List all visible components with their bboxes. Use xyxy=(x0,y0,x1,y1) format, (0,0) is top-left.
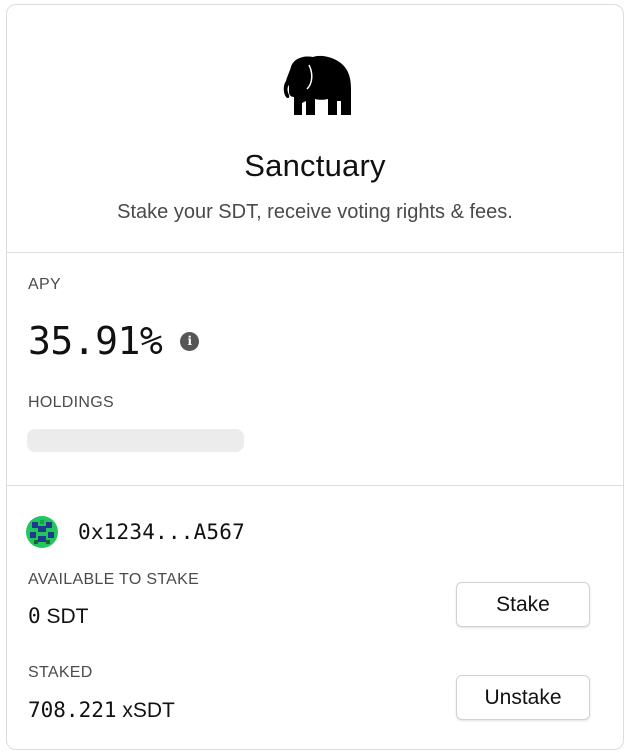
holdings-label: HOLDINGS xyxy=(28,394,114,411)
account-row: 0x1234...A567 xyxy=(26,516,245,548)
stake-button[interactable]: Stake xyxy=(456,582,590,627)
holdings-loading-placeholder xyxy=(27,429,244,452)
staked-unit: xSDT xyxy=(122,699,175,722)
sanctuary-card: Sanctuary Stake your SDT, receive voting… xyxy=(6,4,624,750)
identicon-avatar xyxy=(26,516,58,548)
card-header: Sanctuary Stake your SDT, receive voting… xyxy=(7,5,623,253)
wallet-address: 0x1234...A567 xyxy=(78,520,245,544)
elephant-icon xyxy=(283,55,351,115)
apy-value: 35.91% xyxy=(28,319,163,363)
page-subtitle: Stake your SDT, receive voting rights & … xyxy=(117,201,513,223)
staked-label: STAKED xyxy=(28,664,93,681)
staked-value: 708.221 xSDT xyxy=(28,698,175,723)
apy-label: APY xyxy=(28,276,61,293)
apy-row: 35.91% i xyxy=(28,318,200,364)
info-icon[interactable]: i xyxy=(180,331,200,351)
available-to-stake-label: AVAILABLE TO STAKE xyxy=(28,571,200,588)
page-title: Sanctuary xyxy=(244,148,386,183)
unstake-button[interactable]: Unstake xyxy=(456,675,590,720)
available-unit: SDT xyxy=(46,605,89,628)
available-to-stake-value: 0 SDT xyxy=(28,604,89,629)
available-amount: 0 xyxy=(28,604,41,628)
staked-amount: 708.221 xyxy=(28,698,117,722)
